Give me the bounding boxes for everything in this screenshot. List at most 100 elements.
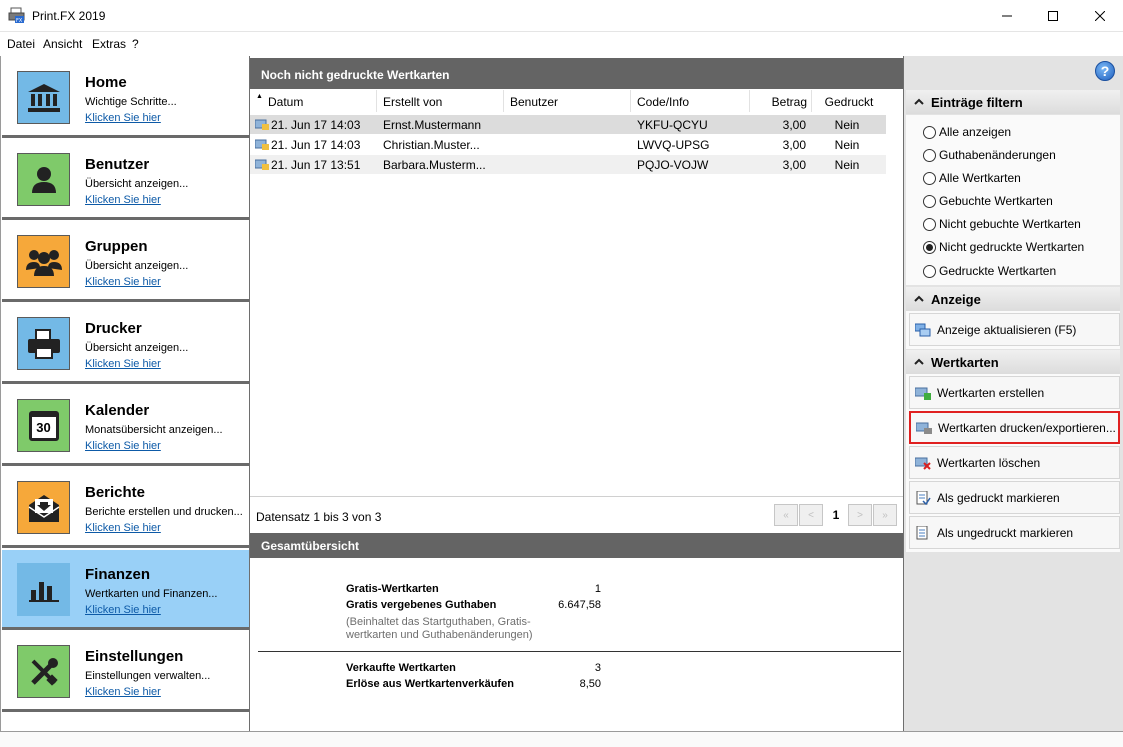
minimize-button[interactable]: [984, 0, 1030, 31]
radio-icon: [923, 125, 936, 139]
app-icon: FX: [8, 7, 25, 24]
wertkarten-drucken-button[interactable]: Wertkarten drucken/exportieren...: [909, 411, 1120, 444]
cell-erstellt: Christian.Muster...: [383, 138, 480, 152]
calendar-day: 30: [28, 410, 59, 441]
nav-title: Einstellungen: [85, 648, 184, 665]
cell-gedruckt: Nein: [834, 118, 860, 132]
nav-home[interactable]: Home Wichtige Schritte... Klicken Sie hi…: [2, 58, 249, 138]
nav-link[interactable]: Klicken Sie hier: [85, 604, 161, 616]
cell-gedruckt: Nein: [834, 138, 860, 152]
wertkarten-title: Wertkarten: [931, 355, 999, 370]
nav-drucker[interactable]: Drucker Übersicht anzeigen... Klicken Si…: [2, 304, 249, 384]
card-print-icon: [916, 422, 932, 434]
printer-icon: [17, 317, 70, 370]
help-icon[interactable]: ?: [1095, 61, 1115, 81]
minimize-icon: [1002, 15, 1012, 16]
last-page-icon: »: [882, 509, 888, 521]
menu-bar: Datei Ansicht Extras ?: [0, 32, 1123, 56]
nav-desc: Einstellungen verwalten...: [85, 670, 211, 682]
col-betrag[interactable]: Betrag: [750, 90, 812, 112]
nav-desc: Übersicht anzeigen...: [85, 260, 189, 272]
radio-icon: [923, 217, 936, 231]
close-icon: [1095, 10, 1105, 21]
verkauft-value: 3: [594, 662, 601, 674]
menu-help[interactable]: ?: [132, 37, 139, 51]
nav-link[interactable]: Klicken Sie hier: [85, 194, 161, 206]
next-page-button[interactable]: >: [848, 504, 872, 526]
nav-title: Gruppen: [85, 238, 148, 255]
radio-icon: [923, 264, 936, 278]
table-row[interactable]: 21. Jun 17 14:03 Ernst.Mustermann YKFU-Q…: [250, 115, 886, 134]
filter-header[interactable]: Einträge filtern: [906, 90, 1120, 114]
refresh-button[interactable]: Anzeige aktualisieren (F5): [909, 313, 1120, 346]
filter-title: Einträge filtern: [931, 95, 1023, 110]
nav-link[interactable]: Klicken Sie hier: [85, 358, 161, 370]
maximize-button[interactable]: [1030, 0, 1076, 31]
anzeige-group: Anzeige aktualisieren (F5): [906, 311, 1120, 349]
cell-datum: 21. Jun 17 14:03: [271, 118, 361, 132]
filter-nicht-gedruckte[interactable]: Nicht gedruckte Wertkarten: [923, 240, 1084, 254]
calendar-icon: 30: [17, 399, 70, 452]
col-gedruckt[interactable]: Gedruckt: [812, 90, 886, 112]
nav-einstellungen[interactable]: Einstellungen Einstellungen verwalten...…: [2, 632, 249, 712]
bank-icon: [17, 71, 70, 124]
nav-title: Drucker: [85, 320, 142, 337]
nav-benutzer[interactable]: Benutzer Übersicht anzeigen... Klicken S…: [2, 140, 249, 220]
card-icon: [255, 159, 269, 170]
nav-kalender[interactable]: 30 Kalender Monatsübersicht anzeigen... …: [2, 386, 249, 466]
report-icon: [17, 481, 70, 534]
prev-page-button[interactable]: <: [799, 504, 823, 526]
als-ungedruckt-button[interactable]: Als ungedruckt markieren: [909, 516, 1120, 549]
filter-gedruckte[interactable]: Gedruckte Wertkarten: [923, 264, 1056, 278]
list-title: Noch nicht gedruckte Wertkarten: [250, 58, 903, 89]
col-erstellt-von[interactable]: Erstellt von: [377, 90, 504, 112]
cell-code: YKFU-QCYU: [637, 118, 708, 132]
cell-betrag: 3,00: [782, 138, 806, 152]
cell-erstellt: Ernst.Mustermann: [383, 118, 482, 132]
nav-berichte[interactable]: Berichte Berichte erstellen und drucken.…: [2, 468, 249, 548]
nav-desc: Berichte erstellen und drucken...: [85, 506, 243, 518]
close-button[interactable]: [1077, 0, 1123, 31]
nav-link[interactable]: Klicken Sie hier: [85, 276, 161, 288]
guthaben-value: 6.647,58: [558, 599, 601, 611]
status-bar: [0, 731, 1123, 747]
nav-link[interactable]: Klicken Sie hier: [85, 440, 161, 452]
filter-alle-anzeigen[interactable]: Alle anzeigen: [923, 125, 1011, 139]
wertkarten-erstellen-button[interactable]: Wertkarten erstellen: [909, 376, 1120, 409]
grid-header: ▲ Datum Erstellt von Benutzer Code/Info …: [250, 90, 886, 112]
nav-finanzen[interactable]: Finanzen Wertkarten und Finanzen... Klic…: [2, 550, 249, 630]
col-benutzer[interactable]: Benutzer: [504, 90, 631, 112]
nav-link[interactable]: Klicken Sie hier: [85, 686, 161, 698]
filter-nicht-gebuchte[interactable]: Nicht gebuchte Wertkarten: [923, 217, 1081, 231]
menu-ansicht[interactable]: Ansicht: [43, 37, 82, 51]
wertkarten-loeschen-button[interactable]: Wertkarten löschen: [909, 446, 1120, 479]
col-code-info[interactable]: Code/Info: [631, 90, 750, 112]
gratis-label: Gratis-Wertkarten: [346, 583, 439, 595]
wertkarten-header[interactable]: Wertkarten: [906, 350, 1120, 374]
anzeige-header[interactable]: Anzeige: [906, 287, 1120, 311]
filter-alle-wertkarten[interactable]: Alle Wertkarten: [923, 171, 1021, 185]
filter-gebuchte[interactable]: Gebuchte Wertkarten: [923, 194, 1053, 208]
guthaben-note-2: wertkarten und Guthabenänderungen): [346, 629, 533, 641]
als-gedruckt-button[interactable]: Als gedruckt markieren: [909, 481, 1120, 514]
table-row[interactable]: 21. Jun 17 13:51 Barbara.Musterm... PQJO…: [250, 155, 886, 174]
radio-icon: [923, 171, 936, 185]
first-page-button[interactable]: «: [774, 504, 798, 526]
nav-gruppen[interactable]: Gruppen Übersicht anzeigen... Klicken Si…: [2, 222, 249, 302]
col-datum[interactable]: ▲ Datum: [250, 90, 377, 112]
filter-guthabenaenderungen[interactable]: Guthabenänderungen: [923, 148, 1056, 162]
chevron-up-icon: [914, 358, 924, 365]
nav-link[interactable]: Klicken Sie hier: [85, 112, 161, 124]
cell-erstellt: Barbara.Musterm...: [383, 158, 486, 172]
menu-datei[interactable]: Datei: [7, 37, 35, 51]
group-icon: [17, 235, 70, 288]
nav-link[interactable]: Klicken Sie hier: [85, 522, 161, 534]
card-add-icon: [915, 387, 931, 400]
current-page: 1: [832, 508, 840, 522]
table-row[interactable]: 21. Jun 17 14:03 Christian.Muster... LWV…: [250, 135, 886, 154]
menu-extras[interactable]: Extras: [92, 37, 126, 51]
summary-divider: [258, 651, 901, 652]
nav-desc: Monatsübersicht anzeigen...: [85, 424, 223, 436]
nav-desc: Wertkarten und Finanzen...: [85, 588, 218, 600]
last-page-button[interactable]: »: [873, 504, 897, 526]
